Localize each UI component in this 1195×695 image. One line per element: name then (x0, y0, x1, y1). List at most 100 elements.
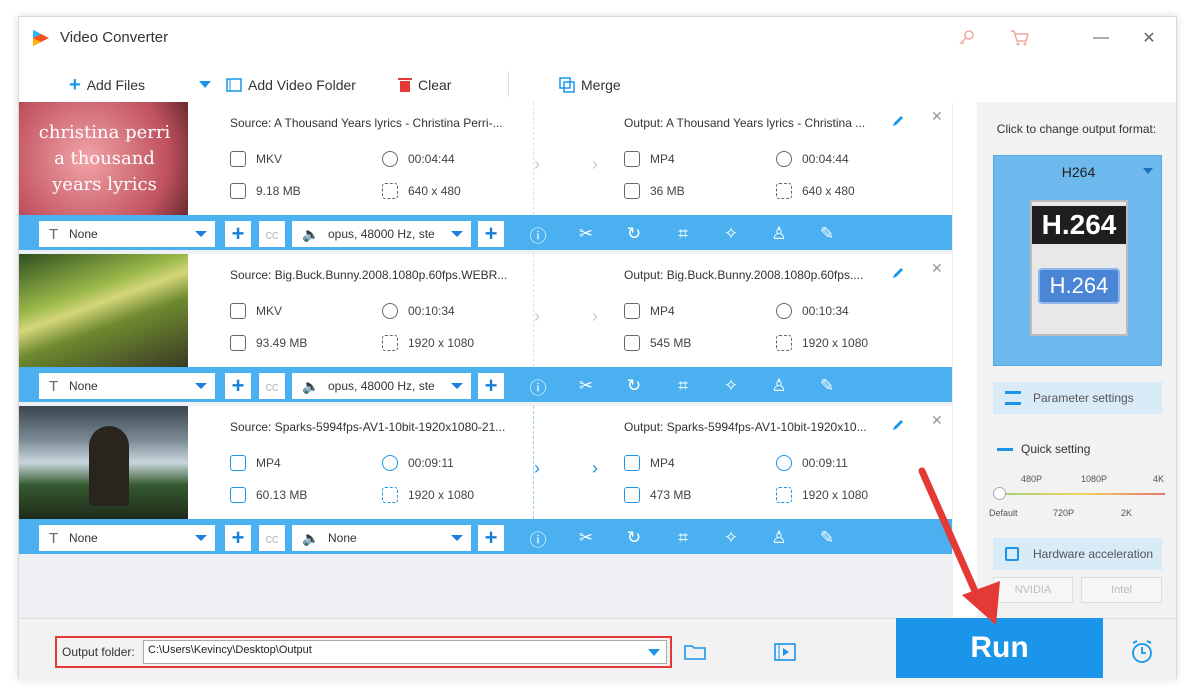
info-icon[interactable]: ⓘ (527, 223, 549, 246)
rotate-icon[interactable]: ↻ (623, 527, 645, 549)
list-item[interactable]: christina perri a thousand years lyrics … (19, 102, 952, 250)
add-files-button[interactable]: + Add Files (69, 74, 145, 96)
list-item[interactable]: Source: Big.Buck.Bunny.2008.1080p.60fps.… (19, 254, 952, 402)
crop-icon[interactable]: ⌗ (672, 527, 694, 549)
item-toolbar: T None + cc 🔈 opus, 48000 Hz, ste + ⓘ ✂ ↻ … (19, 215, 952, 250)
text-icon: T (49, 225, 59, 243)
cc-icon[interactable]: cc (259, 525, 285, 551)
scissors-icon[interactable]: ✂ (575, 375, 597, 397)
scissors-icon[interactable]: ✂ (575, 527, 597, 549)
crop-icon[interactable]: ⌗ (672, 223, 694, 245)
remove-item-icon[interactable]: ✕ (931, 260, 943, 277)
nvidia-option[interactable]: NVIDIA (993, 577, 1073, 603)
add-subtitle-button[interactable]: + (225, 525, 251, 551)
remove-item-icon[interactable]: ✕ (931, 108, 943, 125)
effects-wand-icon[interactable]: ✧ (720, 375, 742, 397)
file-icon (624, 487, 640, 503)
quality-4k-label: 4K (1153, 474, 1165, 484)
chevron-down-icon (451, 231, 463, 237)
info-icon[interactable]: ⓘ (527, 527, 549, 550)
audio-dropdown[interactable]: 🔈 opus, 48000 Hz, ste (292, 221, 471, 247)
subtitle-dropdown[interactable]: T None (39, 221, 215, 247)
scissors-icon[interactable]: ✂ (575, 223, 597, 245)
source-duration: 00:04:44 (382, 151, 455, 167)
edit-output-icon[interactable] (891, 418, 905, 432)
chevron-right-icon: › (592, 306, 598, 326)
add-audio-button[interactable]: + (478, 525, 504, 551)
clock-icon (382, 455, 398, 471)
watermark-stamp-icon[interactable]: ♙ (768, 223, 790, 245)
output-folder-path-input[interactable]: C:\Users\Kevincy\Desktop\Output (143, 640, 667, 664)
clock-icon (776, 151, 792, 167)
chevron-down-icon (1143, 168, 1153, 174)
alarm-clock-icon[interactable] (1129, 639, 1155, 665)
video-format-icon (230, 151, 246, 167)
minimize-icon[interactable]: — (1090, 27, 1112, 49)
resolution-icon (382, 335, 398, 351)
add-audio-button[interactable]: + (478, 221, 504, 247)
subtitle-edit-icon[interactable]: ✎ (816, 527, 838, 549)
folder-open-icon[interactable] (684, 643, 708, 661)
add-video-folder-button[interactable]: Add Video Folder (226, 75, 356, 95)
format-hint: Click to change output format: (996, 122, 1157, 136)
effects-wand-icon[interactable]: ✧ (720, 223, 742, 245)
edit-output-icon[interactable] (891, 266, 905, 280)
subtitle-edit-icon[interactable]: ✎ (816, 223, 838, 245)
add-audio-button[interactable]: + (478, 373, 504, 399)
output-size-value: 36 MB (650, 184, 685, 198)
output-resolution-value: 1920 x 1080 (802, 488, 869, 502)
add-files-dropdown-icon[interactable] (199, 81, 211, 88)
source-resolution: 1920 x 1080 (382, 335, 474, 351)
hardware-acceleration-button[interactable]: Hardware acceleration (993, 538, 1162, 570)
crop-icon[interactable]: ⌗ (672, 375, 694, 397)
video-preview-icon[interactable] (774, 642, 798, 662)
video-thumbnail[interactable] (19, 254, 188, 367)
add-subtitle-button[interactable]: + (225, 221, 251, 247)
cart-icon[interactable] (1009, 27, 1031, 49)
key-icon[interactable] (955, 27, 977, 49)
watermark-stamp-icon[interactable]: ♙ (768, 375, 790, 397)
remove-item-icon[interactable]: ✕ (931, 412, 943, 429)
effects-wand-icon[interactable]: ✧ (720, 527, 742, 549)
rotate-icon[interactable]: ↻ (623, 223, 645, 245)
list-item[interactable]: Source: Sparks-5994fps-AV1-10bit-1920x10… (19, 406, 952, 554)
audio-value: None (328, 531, 357, 545)
cc-icon[interactable]: cc (259, 373, 285, 399)
app-window: Video Converter — ✕ + Add Files Add Vide… (18, 16, 1177, 680)
output-name: Output: A Thousand Years lyrics - Christ… (624, 116, 866, 130)
close-window-icon[interactable]: ✕ (1138, 27, 1160, 49)
output-duration-value: 00:09:11 (802, 456, 848, 470)
subtitle-edit-icon[interactable]: ✎ (816, 375, 838, 397)
audio-dropdown[interactable]: 🔈 None (292, 525, 471, 551)
output-format-selector[interactable]: H264 H.264 H.264 (993, 155, 1162, 366)
cc-icon[interactable]: cc (259, 221, 285, 247)
merge-button[interactable]: Merge (559, 75, 621, 95)
source-format-value: MKV (256, 304, 283, 318)
toolbar: + Add Files Add Video Folder Clear Merge (19, 61, 1176, 105)
subtitle-dropdown[interactable]: T None (39, 525, 215, 551)
source-resolution: 640 x 480 (382, 183, 461, 199)
parameter-settings-button[interactable]: Parameter settings (993, 382, 1162, 414)
info-icon[interactable]: ⓘ (527, 375, 549, 398)
video-format-icon (230, 303, 246, 319)
source-resolution: 1920 x 1080 (382, 487, 474, 503)
add-subtitle-button[interactable]: + (225, 373, 251, 399)
subtitle-dropdown[interactable]: T None (39, 373, 215, 399)
output-duration: 00:09:11 (776, 455, 848, 471)
output-size: 36 MB (624, 183, 685, 199)
edit-output-icon[interactable] (891, 114, 905, 128)
source-duration-value: 00:10:34 (408, 304, 455, 318)
output-size: 545 MB (624, 335, 691, 351)
intel-option[interactable]: Intel (1081, 577, 1162, 603)
subtitle-value: None (69, 379, 98, 393)
watermark-stamp-icon[interactable]: ♙ (768, 527, 790, 549)
item-toolbar: T None + cc 🔈 opus, 48000 Hz, ste + ⓘ ✂ ↻ … (19, 367, 952, 402)
quality-slider-track[interactable] (999, 493, 1165, 495)
chevron-right-icon: › (592, 458, 598, 478)
clear-button[interactable]: Clear (398, 75, 451, 95)
rotate-icon[interactable]: ↻ (623, 375, 645, 397)
source-resolution-value: 1920 x 1080 (408, 336, 475, 350)
video-thumbnail[interactable] (19, 406, 188, 519)
video-thumbnail[interactable]: christina perri a thousand years lyrics (19, 102, 188, 215)
audio-dropdown[interactable]: 🔈 opus, 48000 Hz, ste (292, 373, 471, 399)
